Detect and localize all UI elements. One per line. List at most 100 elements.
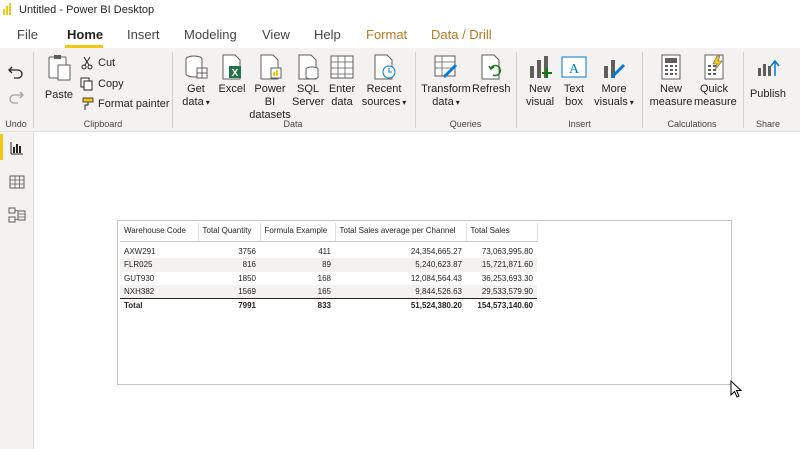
more-visuals-label-2: visuals ▾ [592,96,636,109]
title-bar: Untitled - Power BI Desktop [0,0,800,20]
cut-button[interactable]: Cut [80,56,115,70]
group-label-undo: Undo [5,119,27,129]
enter-data-button[interactable]: Enter data [326,54,358,109]
tab-help[interactable]: Help [314,27,341,42]
table-cell: 165 [260,285,335,299]
chevron-down-icon: ▾ [629,98,634,107]
tab-format[interactable]: Format [366,27,407,42]
dataset-icon [257,54,283,80]
more-visuals-button[interactable]: More visuals ▾ [592,54,636,109]
tab-insert[interactable]: Insert [127,27,160,42]
clipboard-icon [46,54,72,81]
table-cell: 833 [260,298,335,312]
table-header-row: Warehouse Code Total Quantity Formula Ex… [120,223,538,242]
table-cell: 15,721,871.60 [466,258,537,272]
refresh-button[interactable]: Refresh [472,54,511,96]
get-data-label-2-text: data [182,96,204,108]
quick-measure-button[interactable]: Quick measure [694,54,737,109]
more-visuals-icon [601,54,627,80]
window-title: Untitled - Power BI Desktop [19,4,155,16]
pbi-datasets-label-1: Power BI [254,83,286,108]
column-header[interactable]: Warehouse Code [120,223,199,242]
paintbrush-icon [80,97,94,111]
column-header[interactable]: Formula Example [260,223,336,242]
table-cell: 816 [198,258,260,272]
cut-label: Cut [98,57,116,69]
table-total-row: Total 7991 833 51,524,380.20 154,573,140… [120,298,537,312]
get-data-button[interactable]: Get data ▾ [178,54,214,109]
group-label-calculations: Calculations [667,119,717,129]
active-view-indicator [0,134,3,160]
table-cell: 154,573,140.60 [466,298,537,312]
power-bi-datasets-button[interactable]: Power BI datasets [249,54,291,122]
tab-data-drill[interactable]: Data / Drill [431,27,492,42]
table-cell: 5,240,623.87 [335,258,466,272]
table-row[interactable]: AXW291 3756 411 24,354,665.27 73,063,995… [120,241,537,258]
data-view-icon[interactable] [7,172,27,192]
more-visuals-label-2-text: visuals [594,96,628,108]
new-visual-button[interactable]: New visual [523,54,557,109]
table-cell: 51,524,380.20 [335,298,466,312]
ribbon-separator [516,52,517,128]
ribbon-separator [642,52,643,128]
column-header[interactable]: Total Sales [466,223,538,242]
undo-icon[interactable] [7,63,25,79]
table-cell: 9,844,526.63 [335,285,466,299]
ribbon-tabs: File Home Insert Modeling View Help Form… [0,20,800,48]
table-cell: Total [120,298,198,312]
get-data-label-2: data ▾ [178,96,214,109]
new-visual-label-2: visual [525,96,555,108]
group-label-share: Share [755,119,781,129]
transform-data-button[interactable]: Transform data ▾ [421,54,471,109]
group-label-insert: Insert [568,119,591,129]
sql-server-label-2: Server [292,96,325,108]
scissors-icon [80,56,94,70]
table-cell: 36,253,693.30 [481,273,533,283]
tab-file[interactable]: File [17,27,38,42]
text-box-label-1: Text [563,83,585,95]
recent-sources-label-1: Recent [366,83,402,95]
table-row[interactable]: NXH382 1569 165 9,844,526.63 29,533,579.… [120,285,537,299]
ribbon-separator [415,52,416,128]
column-header[interactable]: Total Quantity [198,223,261,242]
publish-icon [755,54,781,80]
table-cell: 89 [260,258,335,272]
sql-server-icon [295,54,321,80]
new-measure-button[interactable]: New measure [648,54,694,109]
table-cell: GUT930 [124,273,155,283]
publish-button[interactable]: Publish [748,54,788,101]
table-visual[interactable]: Warehouse Code Total Quantity Formula Ex… [117,220,732,385]
format-painter-button[interactable]: Format painter [80,97,170,111]
refresh-icon [478,54,504,80]
model-view-icon[interactable] [7,205,27,225]
table-cell: 7991 [198,298,260,312]
sql-server-button[interactable]: SQL Server [292,54,324,109]
chevron-down-icon: ▾ [205,98,210,107]
text-box-button[interactable]: A Text box [558,54,590,109]
publish-label: Publish [749,88,787,100]
quick-measure-label-2: measure [694,96,737,108]
report-view-icon[interactable] [7,138,27,158]
column-header[interactable]: Total Sales average per Channel [335,223,467,242]
copy-button[interactable]: Copy [80,77,124,91]
recent-clock-icon [371,54,397,80]
ribbon-separator [743,52,744,128]
table-cell: 411 [318,247,331,257]
tab-home[interactable]: Home [67,27,103,42]
tab-view[interactable]: View [262,27,290,42]
new-visual-icon [527,54,553,80]
group-label-data: Data [283,119,303,129]
excel-icon: X [219,54,245,80]
ribbon-separator [33,52,34,128]
recent-sources-label-2: sources ▾ [360,96,408,109]
excel-button[interactable]: X Excel [216,54,248,96]
data-table: Warehouse Code Total Quantity Formula Ex… [120,223,538,312]
table-row[interactable]: GUT930 1850 168 12,084,564.43 36,253,693… [120,272,537,286]
paste-button[interactable]: Paste [42,54,76,102]
transform-label-1: Transform [421,83,471,95]
table-row[interactable]: FLR025 816 89 5,240,623.87 15,721,871.60 [120,258,537,272]
tab-modeling[interactable]: Modeling [184,27,237,42]
table-cell: 1850 [238,273,256,283]
recent-sources-button[interactable]: Recent sources ▾ [360,54,408,109]
quick-measure-icon [701,54,727,80]
